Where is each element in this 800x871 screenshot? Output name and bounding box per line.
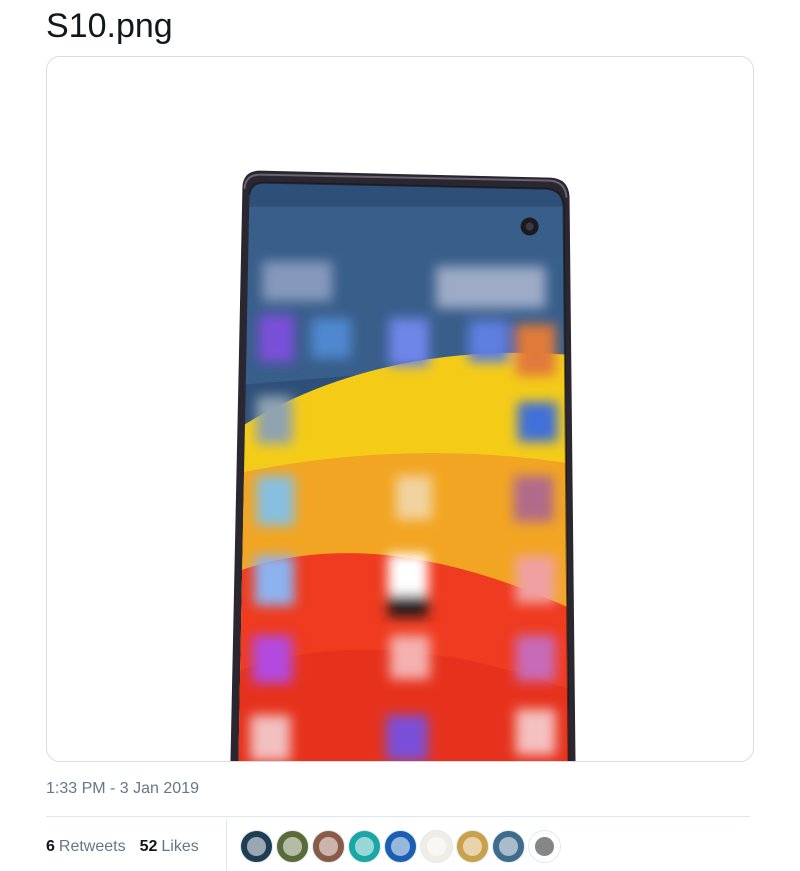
- liker-avatar[interactable]: [528, 830, 561, 863]
- tweet-text: S10.png: [46, 7, 173, 45]
- liker-avatar[interactable]: [348, 830, 381, 863]
- tweet-timestamp[interactable]: 1:33 PM - 3 Jan 2019: [46, 780, 199, 798]
- retweets-stat[interactable]: 6 Retweets: [46, 838, 126, 856]
- liker-avatar[interactable]: [420, 830, 453, 863]
- avatar-image: [247, 837, 266, 856]
- phone-photo[interactable]: [47, 57, 753, 761]
- liker-avatar[interactable]: [240, 830, 273, 863]
- likes-count: 52: [139, 838, 158, 855]
- tweet-media-card[interactable]: [46, 56, 754, 762]
- likes-label: Likes: [161, 838, 199, 855]
- likes-stat[interactable]: 52 Likes: [140, 838, 199, 856]
- liker-avatar[interactable]: [276, 830, 309, 863]
- likers-avatar-row: [240, 830, 561, 863]
- avatar-image: [355, 837, 374, 856]
- avatar-image: [283, 837, 302, 856]
- avatar-image: [463, 837, 482, 856]
- tweet-stats: 6 Retweets 52 Likes: [46, 838, 199, 856]
- liker-avatar[interactable]: [456, 830, 489, 863]
- stats-separator: [226, 818, 227, 871]
- retweets-count: 6: [46, 838, 55, 855]
- avatar-image: [427, 837, 446, 856]
- avatar-image: [499, 837, 518, 856]
- liker-avatar[interactable]: [312, 830, 345, 863]
- liker-avatar[interactable]: [384, 830, 417, 863]
- divider: [46, 816, 750, 817]
- retweets-label: Retweets: [58, 838, 126, 855]
- avatar-image: [535, 837, 554, 856]
- avatar-image: [319, 837, 338, 856]
- liker-avatar[interactable]: [492, 830, 525, 863]
- avatar-image: [391, 837, 410, 856]
